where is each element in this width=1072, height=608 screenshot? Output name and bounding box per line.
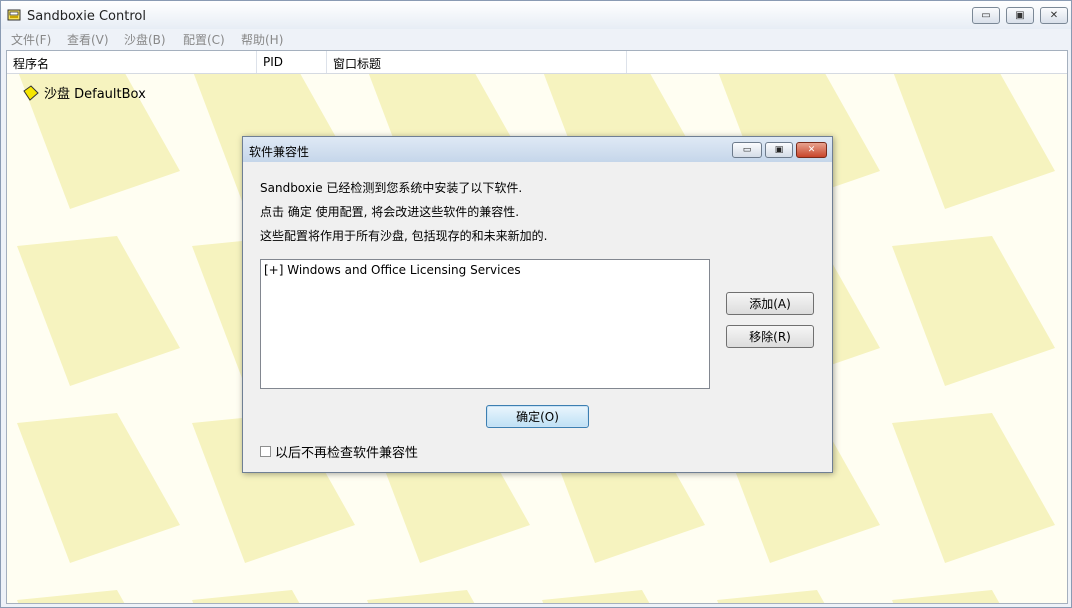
dialog-message-1: Sandboxie 已经检测到您系统中安装了以下软件. <box>260 181 523 195</box>
minimize-button[interactable]: ▭ <box>972 7 1000 24</box>
menu-view[interactable]: 查看(V) <box>67 31 109 48</box>
title-bar: Sandboxie Control ▭ ▣ ✕ <box>1 1 1071 29</box>
menu-sandbox[interactable]: 沙盘(B) <box>124 31 166 48</box>
dont-check-again-row: 以后不再检查软件兼容性 <box>260 442 418 461</box>
close-icon: ✕ <box>1049 10 1059 21</box>
add-button[interactable]: 添加(A) <box>726 292 814 315</box>
close-button[interactable]: ✕ <box>1040 7 1068 24</box>
dialog-title: 软件兼容性 <box>249 145 310 159</box>
minimize-icon: ▭ <box>742 145 752 155</box>
menu-help[interactable]: 帮助(H) <box>241 31 283 48</box>
window-title: Sandboxie Control <box>27 9 146 24</box>
menu-bar: 文件(F) 查看(V) 沙盘(B) 配置(C) 帮助(H) <box>1 29 1071 49</box>
software-list-item[interactable]: [+] Windows and Office Licensing Service… <box>264 263 521 277</box>
dialog-message-3: 这些配置将作用于所有沙盘, 包括现存的和未来新加的. <box>260 229 548 243</box>
dont-check-again-label[interactable]: 以后不再检查软件兼容性 <box>275 442 418 461</box>
maximize-icon: ▣ <box>774 145 784 155</box>
software-list[interactable]: [+] Windows and Office Licensing Service… <box>260 259 710 389</box>
dont-check-again-checkbox[interactable] <box>260 446 271 457</box>
dialog-close-button[interactable]: ✕ <box>796 142 827 158</box>
dialog-minimize-button[interactable]: ▭ <box>732 142 762 158</box>
sandboxie-app-icon <box>7 9 21 21</box>
close-icon: ✕ <box>807 145 816 155</box>
menu-file[interactable]: 文件(F) <box>11 31 51 48</box>
dialog-message-2: 点击 确定 使用配置, 将会改进这些软件的兼容性. <box>260 205 520 219</box>
column-header: 程序名 PID 窗口标题 <box>7 51 1067 74</box>
column-pid[interactable]: PID <box>257 51 327 73</box>
sandbox-label: 沙盘 DefaultBox <box>44 87 146 102</box>
sandbox-tree-item[interactable]: 沙盘 DefaultBox <box>23 83 146 102</box>
dialog-maximize-button[interactable]: ▣ <box>765 142 793 158</box>
column-window-title[interactable]: 窗口标题 <box>327 51 627 73</box>
minimize-icon: ▭ <box>981 10 991 21</box>
maximize-button[interactable]: ▣ <box>1006 7 1034 24</box>
maximize-icon: ▣ <box>1015 10 1025 21</box>
compatibility-dialog: 软件兼容性 ▭ ▣ ✕ Sandboxie 已经检测到您系统中安装了以下软件. … <box>242 136 833 473</box>
column-program-name[interactable]: 程序名 <box>7 51 257 73</box>
ok-button[interactable]: 确定(O) <box>486 405 589 428</box>
sandbox-icon <box>23 84 39 101</box>
remove-button[interactable]: 移除(R) <box>726 325 814 348</box>
menu-configure[interactable]: 配置(C) <box>183 31 225 48</box>
dialog-title-bar: 软件兼容性 ▭ ▣ ✕ <box>243 137 832 162</box>
